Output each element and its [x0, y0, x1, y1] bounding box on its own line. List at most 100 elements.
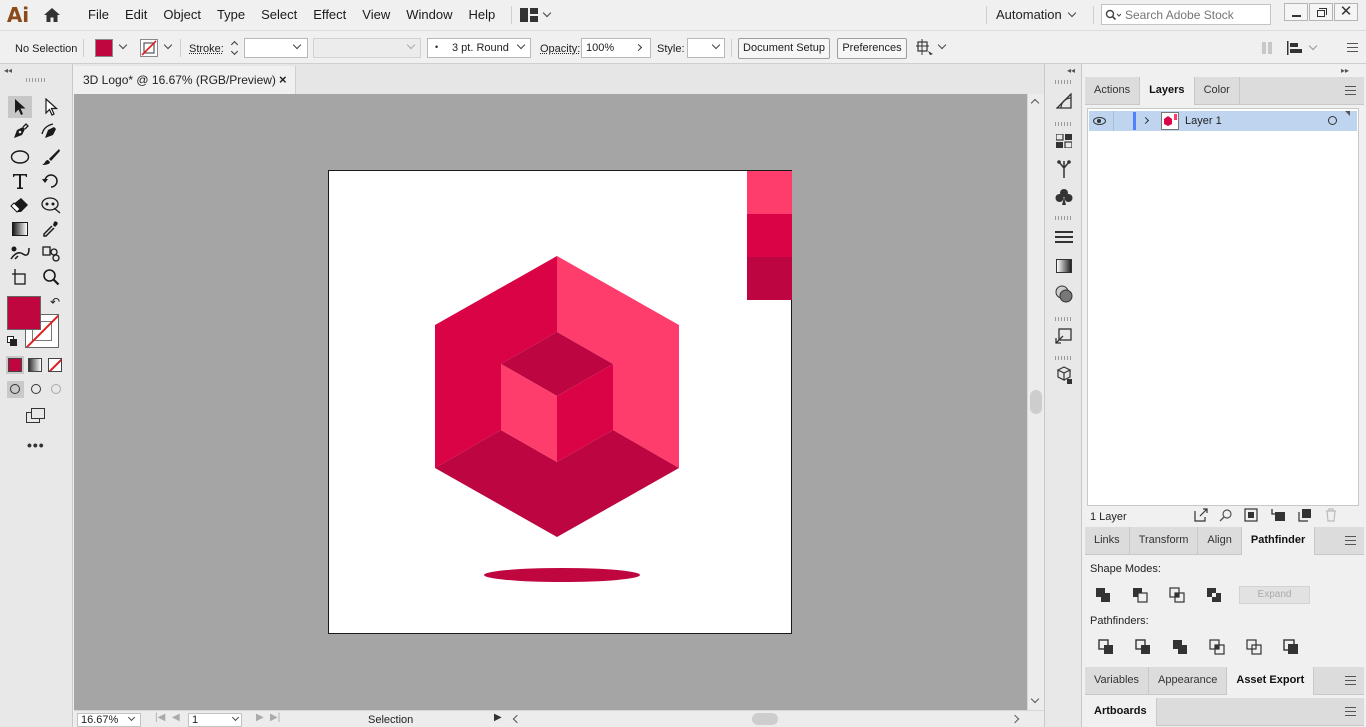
- paintbrush-tool[interactable]: [39, 146, 63, 168]
- eye-icon[interactable]: [1093, 117, 1106, 125]
- arrange-documents-button[interactable]: [512, 0, 556, 30]
- gradient-mode-button[interactable]: [28, 358, 42, 372]
- artboard-tool[interactable]: [8, 266, 32, 288]
- graphic-style-picker[interactable]: [687, 38, 725, 58]
- blend-tool[interactable]: [8, 242, 32, 264]
- close-window-button[interactable]: ✕: [1334, 3, 1358, 21]
- transparency-panel-button[interactable]: [1055, 285, 1073, 303]
- close-tab-icon[interactable]: ×: [279, 66, 287, 94]
- color-mode-button[interactable]: [6, 356, 24, 374]
- document-setup-button[interactable]: Document Setup: [738, 38, 830, 59]
- dock-collapse-arrows[interactable]: ▸▸: [1341, 66, 1349, 75]
- eyedropper-tool[interactable]: [39, 218, 63, 240]
- selection-tool[interactable]: [8, 96, 32, 118]
- none-mode-button[interactable]: [48, 358, 62, 372]
- panel-collapse-arrows[interactable]: ◂◂: [4, 66, 12, 75]
- screen-mode-button[interactable]: [24, 407, 48, 425]
- scroll-left-arrow[interactable]: [512, 714, 522, 724]
- stroke-swatch[interactable]: [140, 39, 158, 57]
- tab-color[interactable]: Color: [1195, 77, 1240, 104]
- expand-arrow-icon[interactable]: [1141, 116, 1150, 125]
- collect-for-export-button[interactable]: [1194, 508, 1212, 526]
- tab-artboards[interactable]: Artboards: [1085, 698, 1157, 726]
- draw-behind-button[interactable]: [28, 381, 45, 398]
- panel-menu-button[interactable]: [1345, 536, 1356, 545]
- tab-variables[interactable]: Variables: [1085, 667, 1150, 694]
- stroke-weight-field[interactable]: [244, 38, 308, 58]
- menu-view[interactable]: View: [354, 0, 398, 30]
- ellipse-tool[interactable]: [8, 146, 32, 168]
- panel-menu-button[interactable]: [1345, 86, 1356, 95]
- pen-tool[interactable]: [8, 121, 32, 143]
- tab-pathfinder[interactable]: Pathfinder: [1241, 527, 1316, 555]
- brushes-panel-button[interactable]: [1055, 160, 1073, 178]
- gradient-panel-button[interactable]: [1055, 257, 1073, 275]
- panel-menu-button[interactable]: [1345, 707, 1356, 716]
- minimize-button[interactable]: [1284, 3, 1308, 21]
- artboards-panel-button[interactable]: [1055, 327, 1073, 345]
- eraser-tool[interactable]: [8, 194, 32, 216]
- control-bar-menu-button[interactable]: [1347, 43, 1358, 52]
- symbols-panel-button[interactable]: [1055, 188, 1073, 206]
- canvas-area[interactable]: [74, 94, 1027, 710]
- strip-collapse-arrows[interactable]: ◂◂: [1067, 66, 1075, 75]
- scroll-right-arrow[interactable]: [1010, 714, 1020, 724]
- outline-button[interactable]: [1246, 639, 1262, 655]
- panel-menu-button[interactable]: [1345, 676, 1356, 685]
- status-menu-arrow[interactable]: ▶: [494, 712, 502, 723]
- draw-normal-button[interactable]: [7, 381, 24, 398]
- minus-front-button[interactable]: [1132, 587, 1148, 603]
- edit-toolbar-button[interactable]: •••: [27, 437, 45, 453]
- curvature-tool[interactable]: [39, 121, 63, 143]
- intersect-button[interactable]: [1169, 587, 1185, 603]
- libraries-panel-button[interactable]: [1055, 132, 1073, 150]
- symbol-sprayer-tool[interactable]: [39, 242, 63, 264]
- draw-inside-button[interactable]: [48, 381, 65, 398]
- scroll-down-arrow[interactable]: [1030, 694, 1040, 704]
- properties-panel-button[interactable]: [1055, 92, 1073, 110]
- brush-definition-dropdown[interactable]: • 3 pt. Round: [427, 38, 531, 58]
- tab-align[interactable]: Align: [1198, 527, 1242, 554]
- tab-transform[interactable]: Transform: [1130, 527, 1199, 554]
- menu-help[interactable]: Help: [460, 0, 503, 30]
- restore-button[interactable]: [1309, 3, 1333, 21]
- target-circle-icon[interactable]: [1328, 116, 1337, 125]
- arrange-button[interactable]: [916, 39, 947, 57]
- preferences-button[interactable]: Preferences: [837, 38, 907, 59]
- search-box[interactable]: [1101, 4, 1271, 25]
- minus-back-button[interactable]: [1283, 639, 1299, 655]
- layer-name[interactable]: Layer 1: [1185, 115, 1222, 127]
- direct-selection-tool[interactable]: [39, 96, 63, 118]
- scroll-up-arrow[interactable]: [1030, 98, 1040, 108]
- menu-edit[interactable]: Edit: [117, 0, 155, 30]
- fill-color-box[interactable]: [7, 296, 41, 330]
- stroke-panel-button[interactable]: [1055, 229, 1073, 247]
- home-button[interactable]: [36, 0, 68, 30]
- tab-actions[interactable]: Actions: [1085, 77, 1141, 104]
- vertical-scrollbar[interactable]: [1027, 94, 1044, 710]
- search-input[interactable]: [1125, 7, 1265, 22]
- workspace-switcher[interactable]: Automation: [996, 0, 1086, 30]
- unite-button[interactable]: [1095, 587, 1111, 603]
- exclude-button[interactable]: [1206, 587, 1222, 603]
- tab-links[interactable]: Links: [1085, 527, 1130, 554]
- create-sublayer-button[interactable]: [1271, 508, 1289, 526]
- tab-asset-export[interactable]: Asset Export: [1227, 667, 1315, 695]
- create-new-layer-button[interactable]: [1298, 508, 1316, 526]
- menu-window[interactable]: Window: [398, 0, 460, 30]
- crop-button[interactable]: [1209, 639, 1225, 655]
- fill-swatch[interactable]: [95, 39, 113, 57]
- vertical-scroll-thumb[interactable]: [1030, 390, 1042, 414]
- puppet-warp-tool[interactable]: [39, 194, 63, 216]
- type-tool[interactable]: [8, 170, 32, 192]
- gradient-tool[interactable]: [8, 218, 32, 240]
- menu-select[interactable]: Select: [253, 0, 305, 30]
- layer-row[interactable]: Layer 1: [1089, 111, 1357, 131]
- trim-button[interactable]: [1135, 639, 1151, 655]
- align-options-button[interactable]: [1287, 41, 1321, 55]
- document-tab[interactable]: 3D Logo* @ 16.67% (RGB/Preview) ×: [74, 66, 296, 94]
- lock-toggle[interactable]: [1113, 111, 1131, 131]
- default-fill-stroke-icon[interactable]: [7, 336, 17, 346]
- divide-button[interactable]: [1098, 639, 1114, 655]
- zoom-tool[interactable]: [39, 266, 63, 288]
